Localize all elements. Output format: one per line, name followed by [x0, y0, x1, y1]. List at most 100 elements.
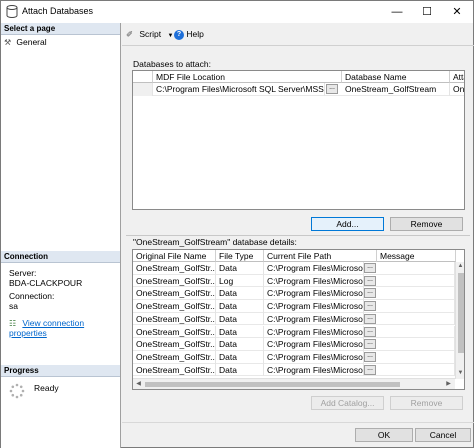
connection-info: Server: BDA-CLACKPOUR Connection: sa [9, 268, 82, 311]
table-row[interactable]: OneStream_GolfStr... Data C:\Program Files… [133, 262, 455, 275]
column-header-attach-as[interactable]: Atta [450, 71, 464, 83]
scroll-down-arrow-icon[interactable]: ▼ [456, 369, 464, 378]
current-file-path-cell[interactable]: C:\Program Files\Microso... [264, 350, 364, 364]
script-icon: ✐ [126, 29, 134, 39]
table-row[interactable]: OneStream_GolfStr... Data C:\Program Files… [133, 338, 455, 351]
vertical-scroll-thumb[interactable] [458, 273, 464, 353]
current-file-path-cell[interactable]: C:\Program Files\Microso... [264, 325, 364, 339]
add-button[interactable]: Add... [311, 217, 384, 231]
column-header-message[interactable]: Message [377, 250, 456, 262]
original-file-name-cell[interactable]: OneStream_GolfStr... [133, 300, 216, 313]
browse-file-path-button[interactable]: ... [364, 326, 376, 337]
column-header-original-file-name[interactable]: Original File Name [133, 250, 216, 262]
file-type-cell[interactable]: Data [216, 287, 264, 301]
mdf-location-cell[interactable]: C:\Program Files\Microsoft SQL Server\MS… [153, 83, 325, 96]
original-file-name-cell[interactable]: OneStream_GolfStr... [133, 350, 216, 364]
database-name-cell[interactable]: OneStream_GolfStream [342, 83, 450, 96]
current-file-path-cell[interactable]: C:\Program Files\Microso... [264, 274, 364, 288]
attach-as-cell[interactable]: One [450, 83, 464, 96]
properties-icon: ☷ [9, 319, 17, 328]
scroll-up-arrow-icon[interactable]: ▲ [456, 262, 464, 271]
current-file-path-cell[interactable]: C:\Program Files\Microso... [264, 287, 364, 301]
table-row[interactable]: OneStream_GolfStr... Data C:\Program Files… [133, 350, 455, 364]
table-row[interactable]: OneStream_GolfStr... Data C:\Program Files… [133, 325, 455, 339]
browse-file-path-button[interactable]: ... [364, 288, 376, 299]
details-horizontal-scrollbar[interactable]: ◀ ▶ [133, 378, 455, 389]
original-file-name-cell[interactable]: OneStream_GolfStr... [133, 338, 216, 351]
minimize-button[interactable]: — [382, 1, 412, 23]
remove-catalog-button[interactable]: Remove [390, 396, 463, 410]
original-file-name-cell[interactable]: OneStream_GolfStr... [133, 262, 216, 275]
message-cell[interactable] [377, 274, 455, 288]
browse-file-path-button[interactable]: ... [364, 301, 376, 312]
message-cell[interactable] [377, 338, 455, 351]
message-cell[interactable] [377, 262, 455, 275]
details-vertical-scrollbar[interactable]: ▲ ▼ [455, 262, 464, 379]
original-file-name-cell[interactable]: OneStream_GolfStr... [133, 363, 216, 377]
message-cell[interactable] [377, 312, 455, 326]
original-file-name-cell[interactable]: OneStream_GolfStr... [133, 312, 216, 326]
browse-file-path-button[interactable]: ... [364, 263, 376, 273]
table-row[interactable]: OneStream_GolfStr... Log C:\Program Files\… [133, 274, 455, 288]
table-row[interactable]: OneStream_GolfStr... Data C:\Program Files… [133, 312, 455, 326]
help-button[interactable]: ? Help [174, 28, 204, 40]
table-row[interactable]: C:\Program Files\Microsoft SQL Server\MS… [133, 83, 464, 96]
current-file-path-cell[interactable]: C:\Program Files\Microso... [264, 363, 364, 377]
message-cell[interactable] [377, 300, 455, 313]
column-header-file-type[interactable]: File Type [216, 250, 264, 262]
progress-header: Progress [1, 365, 120, 377]
message-cell[interactable] [377, 363, 455, 377]
page-item-general[interactable]: ⚒ General [4, 36, 47, 48]
group-separator [126, 235, 470, 236]
file-type-cell[interactable]: Data [216, 363, 264, 377]
browse-file-path-button[interactable]: ... [364, 364, 376, 375]
original-file-name-cell[interactable]: OneStream_GolfStr... [133, 287, 216, 301]
column-header-mdf[interactable]: MDF File Location [153, 71, 342, 83]
page-item-label: General [16, 37, 47, 47]
file-type-cell[interactable]: Data [216, 300, 264, 313]
cancel-button[interactable]: Cancel [415, 428, 471, 442]
file-type-cell[interactable]: Data [216, 350, 264, 364]
browse-file-path-button[interactable]: ... [364, 339, 376, 350]
file-type-cell[interactable]: Data [216, 312, 264, 326]
server-value: BDA-CLACKPOUR [9, 278, 83, 288]
browse-file-path-button[interactable]: ... [364, 275, 376, 286]
message-cell[interactable] [377, 325, 455, 339]
maximize-button[interactable]: ☐ [412, 1, 442, 23]
browse-file-path-button[interactable]: ... [364, 313, 376, 324]
file-type-cell[interactable]: Data [216, 338, 264, 351]
table-row[interactable]: OneStream_GolfStr... Data C:\Program Files… [133, 363, 455, 377]
scroll-right-arrow-icon[interactable]: ▶ [444, 380, 453, 389]
ok-button[interactable]: OK [355, 428, 413, 442]
scroll-left-arrow-icon[interactable]: ◀ [134, 380, 143, 389]
file-type-cell[interactable]: Log [216, 274, 264, 288]
dropdown-arrow-icon: ▼ [167, 33, 174, 39]
column-header-database-name[interactable]: Database Name [342, 71, 450, 83]
current-file-path-cell[interactable]: C:\Program Files\Microso... [264, 300, 364, 313]
message-cell[interactable] [377, 350, 455, 364]
add-catalog-button[interactable]: Add Catalog... [311, 396, 384, 410]
title-bar: Attach Databases — ☐ ✕ [1, 1, 473, 23]
script-button[interactable]: ✐ Script ▼ [126, 28, 173, 40]
table-row[interactable]: OneStream_GolfStr... Data C:\Program Files… [133, 300, 455, 313]
current-file-path-cell[interactable]: C:\Program Files\Microso... [264, 312, 364, 326]
remove-button[interactable]: Remove [390, 217, 463, 231]
horizontal-scroll-thumb[interactable] [145, 382, 400, 387]
close-button[interactable]: ✕ [442, 1, 472, 23]
file-type-cell[interactable]: Data [216, 325, 264, 339]
view-connection-properties-link[interactable]: View connection properties [9, 318, 84, 338]
file-type-cell[interactable]: Data [216, 262, 264, 275]
original-file-name-cell[interactable]: OneStream_GolfStr... [133, 274, 216, 288]
message-cell[interactable] [377, 287, 455, 301]
connection-label: Connection: [9, 291, 55, 301]
row-selector[interactable] [133, 83, 153, 96]
current-file-path-cell[interactable]: C:\Program Files\Microso... [264, 338, 364, 351]
original-file-name-cell[interactable]: OneStream_GolfStr... [133, 325, 216, 339]
current-file-path-cell[interactable]: C:\Program Files\Microso... [264, 262, 364, 275]
browse-file-path-button[interactable]: ... [364, 351, 376, 362]
browse-mdf-button[interactable]: ... [326, 84, 338, 94]
view-connection-properties[interactable]: ☷ View connection properties [9, 318, 120, 338]
table-row[interactable]: OneStream_GolfStr... Data C:\Program Files… [133, 287, 455, 301]
column-header-current-file-path[interactable]: Current File Path [264, 250, 377, 262]
left-pane: Select a page ⚒ General Connection Serve… [1, 23, 121, 448]
